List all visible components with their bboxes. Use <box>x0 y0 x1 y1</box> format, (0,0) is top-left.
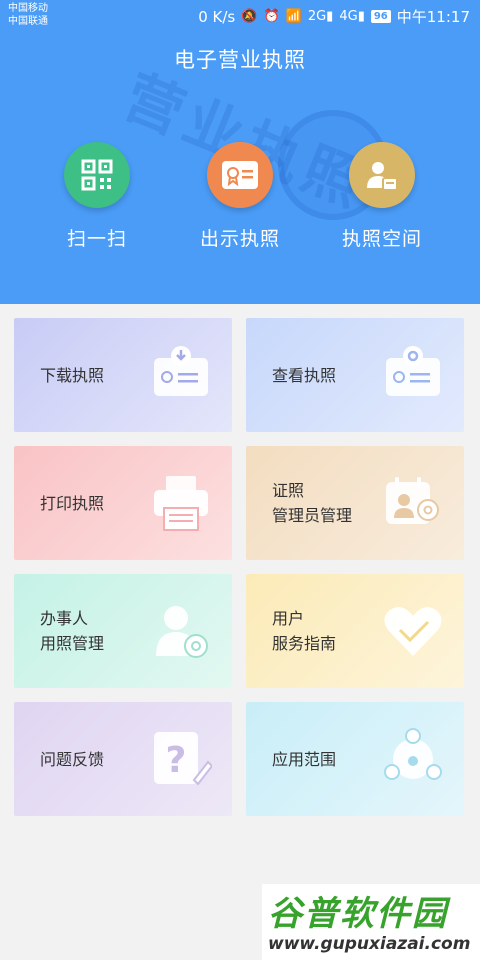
alarm-icon: ⏰ <box>263 9 280 24</box>
show-license-label: 出示执照 <box>199 228 280 250</box>
download-license-card[interactable]: 下载执照 <box>14 318 232 432</box>
application-scope-card[interactable]: 应用范围 <box>246 702 464 816</box>
service-guide-label: 用户 服务指南 <box>272 609 337 653</box>
feedback-card[interactable]: 问题反馈 ? <box>14 702 232 816</box>
admin-management-card[interactable]: 证照 管理员管理 <box>246 446 464 560</box>
scan-button[interactable]: 扫一扫 <box>37 142 157 251</box>
carrier-info: 中国移动 中国联通 <box>8 2 48 28</box>
view-license-label: 查看执照 <box>272 366 337 385</box>
carrier-2: 中国联通 <box>8 16 48 27</box>
application-scope-label: 应用范围 <box>272 750 337 769</box>
clock: 中午11:17 <box>396 8 470 26</box>
admin-settings-icon <box>386 477 439 524</box>
site-watermark: 谷普软件园 www.gupuxiazai.com <box>262 884 480 960</box>
license-space-label: 执照空间 <box>341 228 422 250</box>
page-title: 电子营业执照 <box>174 48 306 72</box>
print-license-card[interactable]: 打印执照 <box>14 446 232 560</box>
license-space-button[interactable]: 执照空间 <box>322 142 442 251</box>
scan-label: 扫一扫 <box>66 228 127 250</box>
wifi-icon: 📶 <box>285 9 302 24</box>
print-license-label: 打印执照 <box>40 494 105 513</box>
header-banner: 营业执照 中国移动 中国联通 0 K/s 🔕 ⏰ 📶 2G▮ 4G▮ 96 中午… <box>0 0 480 304</box>
user-badge-icon <box>349 142 415 208</box>
question-feedback-icon: ? <box>154 732 212 786</box>
license-card-icon <box>207 142 273 208</box>
agent-license-management-label: 办事人 用照管理 <box>40 609 105 653</box>
feedback-label: 问题反馈 <box>40 750 105 769</box>
agent-license-management-card[interactable]: 办事人 用照管理 <box>14 574 232 688</box>
download-license-label: 下载执照 <box>40 366 105 385</box>
view-license-icon <box>386 346 440 396</box>
admin-management-label: 证照 管理员管理 <box>272 481 353 525</box>
download-license-icon <box>154 346 208 396</box>
network-speed: 0 K/s <box>198 7 236 26</box>
status-bar: 中国移动 中国联通 0 K/s 🔕 ⏰ 📶 2G▮ 4G▮ 96 中午11:17 <box>0 0 480 32</box>
show-license-button[interactable]: 出示执照 <box>180 142 300 251</box>
person-settings-icon <box>156 606 208 658</box>
svg-text:?: ? <box>166 740 187 781</box>
scope-nodes-icon <box>384 728 442 780</box>
service-guide-card[interactable]: 用户 服务指南 <box>246 574 464 688</box>
view-license-card[interactable]: 查看执照 <box>246 318 464 432</box>
battery-icon: 96 <box>370 10 391 23</box>
site-logo: 谷普软件园 <box>268 894 448 934</box>
qr-code-icon <box>64 142 130 208</box>
carrier-1: 中国移动 <box>8 3 48 14</box>
signal-4g: 4G▮ <box>339 9 365 24</box>
signal-2g: 2G▮ <box>307 9 334 24</box>
printer-icon <box>154 476 208 531</box>
status-indicators: 0 K/s 🔕 ⏰ 📶 2G▮ 4G▮ 96 中午11:17 <box>198 6 470 27</box>
site-url: www.gupuxiazai.com <box>268 934 471 954</box>
mute-icon: 🔕 <box>241 9 258 24</box>
heart-icon <box>384 607 442 656</box>
